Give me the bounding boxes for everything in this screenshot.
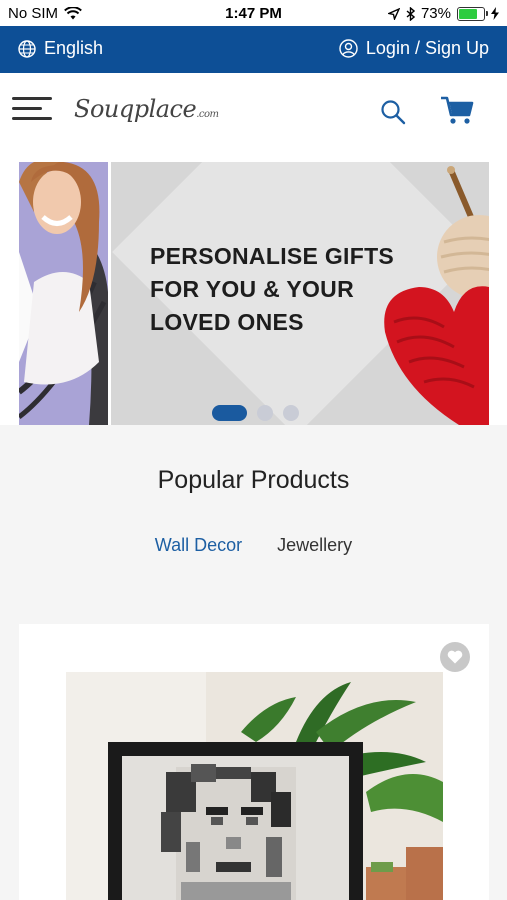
charging-icon — [491, 7, 499, 20]
language-label: English — [44, 38, 104, 58]
product-category-tabs: Wall Decor Jewellery — [0, 535, 507, 556]
location-icon — [387, 7, 400, 20]
battery-icon — [457, 6, 488, 21]
wishlist-button[interactable] — [440, 642, 470, 672]
banner-carousel[interactable]: PERSONALISE GIFTS FOR YOU & YOUR LOVED O… — [0, 149, 507, 425]
pixel-portrait-frame-image — [66, 672, 443, 900]
battery-percent: 73% — [420, 5, 451, 22]
product-card[interactable] — [19, 624, 489, 900]
logo-suffix: .com — [196, 109, 219, 120]
site-logo[interactable]: Souqplace.com — [74, 95, 219, 123]
bluetooth-icon — [406, 6, 415, 21]
tab-jewellery[interactable]: Jewellery — [277, 535, 352, 556]
carousel-dot[interactable] — [283, 405, 299, 421]
heart-icon — [447, 650, 463, 664]
menu-icon[interactable] — [12, 97, 52, 121]
user-icon — [339, 39, 358, 58]
model-photo — [19, 162, 108, 425]
banner-slide-current[interactable]: PERSONALISE GIFTS FOR YOU & YOUR LOVED O… — [111, 162, 489, 425]
cart-icon[interactable] — [440, 95, 474, 125]
tab-wall-decor[interactable]: Wall Decor — [155, 535, 242, 556]
banner-slide-previous[interactable] — [19, 162, 108, 425]
login-label: Login / Sign Up — [365, 38, 489, 58]
carousel-dot[interactable] — [212, 405, 247, 421]
status-bar: No SIM 1:47 PM 73% — [0, 0, 507, 26]
top-bar: English Login / Sign Up — [0, 26, 507, 73]
knitted-heart-image — [384, 166, 489, 425]
globe-icon — [18, 39, 36, 58]
login-signup-link[interactable]: Login / Sign Up — [339, 38, 489, 59]
product-image[interactable] — [66, 672, 443, 900]
carousel-dot[interactable] — [257, 405, 273, 421]
carousel-dots — [212, 405, 299, 421]
logo-text: Souqplace — [74, 95, 197, 123]
search-icon[interactable] — [380, 99, 406, 125]
language-selector[interactable]: English — [18, 38, 103, 59]
section-title: Popular Products — [157, 466, 350, 494]
site-header: Souqplace.com — [0, 73, 507, 150]
